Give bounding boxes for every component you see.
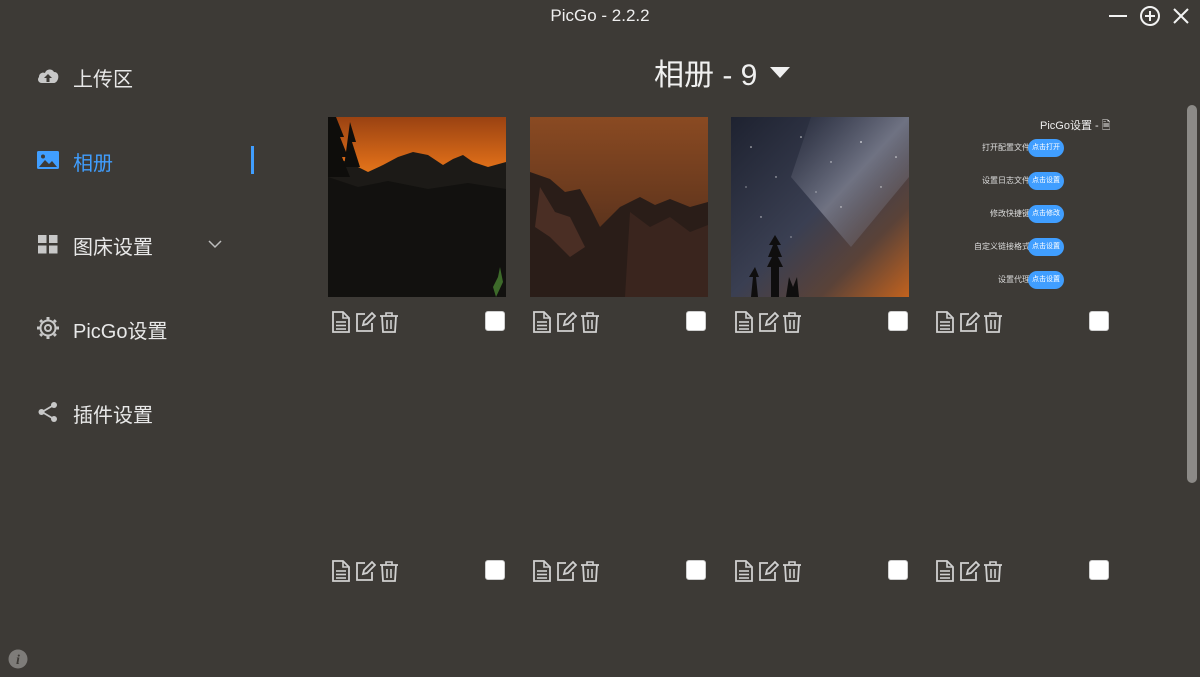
grid-icon [36, 233, 60, 255]
gallery-title: 相册 - 9 [654, 59, 758, 92]
cloud-upload-icon [36, 65, 60, 87]
delete-icon[interactable] [378, 559, 400, 583]
card-actions [733, 559, 913, 585]
copy-link-icon[interactable] [330, 310, 352, 334]
delete-icon[interactable] [579, 310, 601, 334]
picgo-window: PicGo - 2.2.2 上传区 相册 图床设置 PicGo设置 插件设置 i… [0, 0, 1200, 677]
starry-night-image [731, 117, 909, 297]
card-actions [330, 310, 510, 336]
chevron-down-icon [207, 238, 223, 250]
card-actions [330, 559, 510, 585]
copy-link-icon[interactable] [733, 310, 755, 334]
info-icon[interactable]: i [8, 649, 28, 669]
sidebar-item-plugin-settings[interactable]: 插件设置 [0, 388, 260, 436]
copy-link-icon[interactable] [531, 310, 553, 334]
screenshot-row-button: 点击设置 [1028, 172, 1064, 190]
copy-link-icon[interactable] [733, 559, 755, 583]
screenshot-row: 打开配置文件 点击打开 [932, 139, 1110, 159]
copy-link-icon[interactable] [531, 559, 553, 583]
gallery-image-4[interactable]: PicGo设置 - 🗎 打开配置文件 点击打开 设置日志文件 点击设置 修改快捷… [932, 117, 1110, 297]
svg-text:i: i [16, 653, 20, 668]
select-checkbox[interactable] [686, 311, 706, 331]
delete-icon[interactable] [579, 559, 601, 583]
edit-icon[interactable] [354, 559, 376, 583]
close-icon [1173, 8, 1189, 24]
title-bar: PicGo - 2.2.2 [0, 0, 1200, 32]
edit-icon[interactable] [757, 310, 779, 334]
card-actions [934, 559, 1114, 585]
dusk-cliff-image [530, 117, 708, 297]
gallery-image-1[interactable] [328, 117, 506, 297]
delete-icon[interactable] [982, 310, 1004, 334]
screenshot-row: 自定义链接格式 点击设置 [932, 238, 1110, 258]
edit-icon[interactable] [958, 559, 980, 583]
delete-icon[interactable] [781, 310, 803, 334]
card-actions [934, 310, 1114, 336]
active-indicator [251, 146, 254, 174]
sidebar-item-picgo-settings[interactable]: PicGo设置 [0, 304, 260, 352]
sidebar: 上传区 相册 图床设置 PicGo设置 插件设置 [0, 32, 270, 677]
minus-icon [1109, 15, 1127, 17]
select-checkbox[interactable] [1089, 311, 1109, 331]
gallery-title-dropdown[interactable]: 相册 - 9 [654, 50, 954, 94]
image-icon [36, 149, 60, 171]
gallery-image-2[interactable] [530, 117, 708, 297]
screenshot-row-button: 点击设置 [1028, 238, 1064, 256]
edit-icon[interactable] [354, 310, 376, 334]
close-button[interactable] [1170, 5, 1192, 27]
select-checkbox[interactable] [888, 560, 908, 580]
screenshot-row: 修改快捷键 点击修改 [932, 205, 1110, 225]
screenshot-row-button: 点击设置 [1028, 271, 1064, 289]
screenshot-row: 设置日志文件 点击设置 [932, 172, 1110, 192]
sunset-mountain-image [328, 117, 506, 297]
sidebar-item-upload[interactable]: 上传区 [0, 52, 260, 100]
copy-link-icon[interactable] [934, 310, 956, 334]
delete-icon[interactable] [378, 310, 400, 334]
edit-icon[interactable] [757, 559, 779, 583]
sidebar-item-label: 插件设置 [73, 405, 153, 427]
sidebar-item-label: 上传区 [73, 69, 133, 91]
delete-icon[interactable] [781, 559, 803, 583]
sidebar-item-label: 图床设置 [73, 237, 153, 259]
sidebar-item-picbed-settings[interactable]: 图床设置 [0, 220, 260, 268]
select-checkbox[interactable] [686, 560, 706, 580]
screenshot-row-button: 点击修改 [1028, 205, 1064, 223]
edit-icon[interactable] [555, 559, 577, 583]
share-icon [36, 401, 60, 423]
maximize-button[interactable] [1139, 5, 1161, 27]
card-actions [531, 310, 711, 336]
screenshot-row-label: 设置代理 [998, 275, 1030, 284]
minimize-button[interactable] [1107, 5, 1129, 27]
gear-icon [36, 317, 60, 339]
plus-circle-icon [1140, 6, 1160, 26]
screenshot-row-label: 打开配置文件 [982, 143, 1030, 152]
scrollbar[interactable] [1187, 105, 1197, 483]
edit-icon[interactable] [555, 310, 577, 334]
edit-icon[interactable] [958, 310, 980, 334]
copy-link-icon[interactable] [330, 559, 352, 583]
screenshot-title: PicGo设置 - 🗎 [1040, 120, 1110, 132]
caret-down-icon [769, 65, 791, 79]
screenshot-row: 设置代理 点击设置 [932, 271, 1110, 291]
sidebar-item-label: 相册 [73, 153, 113, 175]
screenshot-row-label: 设置日志文件 [982, 176, 1030, 185]
select-checkbox[interactable] [485, 311, 505, 331]
select-checkbox[interactable] [1089, 560, 1109, 580]
select-checkbox[interactable] [485, 560, 505, 580]
screenshot-row-label: 自定义链接格式 [974, 242, 1030, 251]
app-title: PicGo - 2.2.2 [550, 6, 650, 25]
sidebar-item-gallery[interactable]: 相册 [0, 136, 260, 184]
screenshot-row-button: 点击打开 [1028, 139, 1064, 157]
card-actions [733, 310, 913, 336]
screenshot-row-label: 修改快捷键 [990, 209, 1030, 218]
copy-link-icon[interactable] [934, 559, 956, 583]
card-actions [531, 559, 711, 585]
select-checkbox[interactable] [888, 311, 908, 331]
sidebar-item-label: PicGo设置 [73, 321, 168, 343]
delete-icon[interactable] [982, 559, 1004, 583]
gallery-image-3[interactable] [731, 117, 909, 297]
